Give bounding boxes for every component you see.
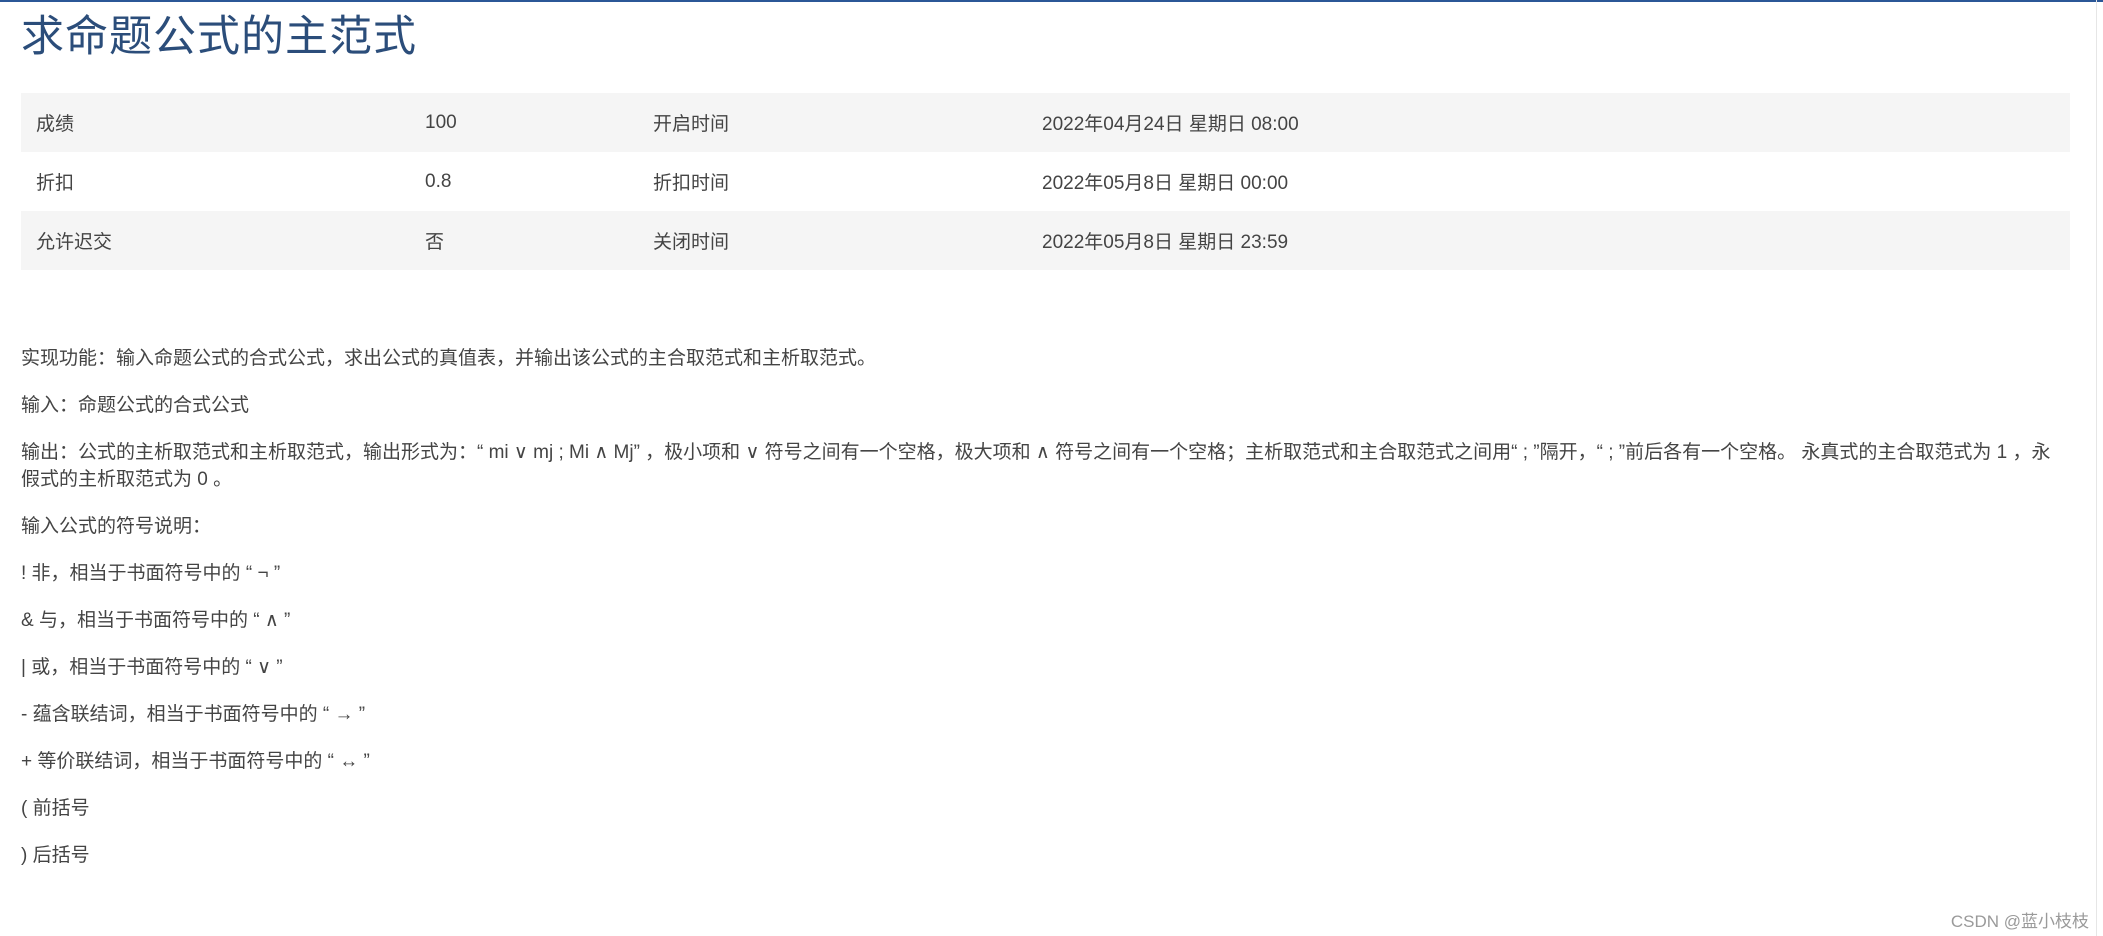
problem-description: 实现功能：输入命题公式的合式公式，求出公式的真值表，并输出该公式的主合取范式和主… xyxy=(21,345,2061,889)
assignment-info-table: 成绩 100 开启时间 2022年04月24日 星期日 08:00 折扣 0.8… xyxy=(21,93,2070,270)
table-row: 成绩 100 开启时间 2022年04月24日 星期日 08:00 xyxy=(21,93,2070,152)
symbol-not: ! 非，相当于书面符号中的 “ ¬ ” xyxy=(21,563,281,584)
late-submit-value: 否 xyxy=(410,211,638,270)
table-row: 折扣 0.8 折扣时间 2022年05月8日 星期日 00:00 xyxy=(21,152,2070,211)
discount-label: 折扣 xyxy=(36,173,75,194)
close-time-label: 关闭时间 xyxy=(638,211,1027,270)
symbol-right-paren: ) 后括号 xyxy=(21,845,90,866)
score-value: 100 xyxy=(410,93,638,152)
input-paragraph: 输入：命题公式的合式公式 xyxy=(21,395,250,416)
page: 求命题公式的主范式 成绩 100 开启时间 2022年04月24日 星期日 08… xyxy=(0,0,2103,936)
symbols-heading: 输入公式的符号说明： xyxy=(21,516,212,537)
discount-time-value: 2022年05月8日 星期日 00:00 xyxy=(1042,173,1289,194)
function-paragraph: 实现功能：输入命题公式的合式公式，求出公式的真值表，并输出该公式的主合取范式和主… xyxy=(21,348,877,369)
symbol-iff: + 等价联结词，相当于书面符号中的 “ ↔ ” xyxy=(21,751,370,772)
score-label: 成绩 xyxy=(21,93,410,152)
symbol-or: | 或，相当于书面符号中的 “ ∨ ” xyxy=(21,657,283,678)
symbol-and: & 与，相当于书面符号中的 “ ∧ ” xyxy=(21,610,291,631)
csdn-watermark: CSDN @蓝小枝枝 xyxy=(1950,912,2089,931)
late-submit-label: 允许迟交 xyxy=(21,211,410,270)
symbol-implies: - 蕴含联结词，相当于书面符号中的 “ → ” xyxy=(21,704,366,725)
close-time-value: 2022年05月8日 星期日 23:59 xyxy=(1027,211,2070,270)
right-divider xyxy=(2096,0,2097,936)
open-time-label: 开启时间 xyxy=(638,93,1027,152)
output-paragraph: 输出：公式的主析取范式和主析取范式，输出形式为：“ mi ∨ mj ; Mi ∧… xyxy=(21,442,2051,490)
discount-value: 0.8 xyxy=(425,170,452,192)
open-time-value: 2022年04月24日 星期日 08:00 xyxy=(1027,93,2070,152)
table-row: 允许迟交 否 关闭时间 2022年05月8日 星期日 23:59 xyxy=(21,211,2070,270)
discount-time-label: 折扣时间 xyxy=(653,173,730,194)
page-title: 求命题公式的主范式 xyxy=(21,12,417,62)
symbol-left-paren: ( 前括号 xyxy=(21,798,90,819)
